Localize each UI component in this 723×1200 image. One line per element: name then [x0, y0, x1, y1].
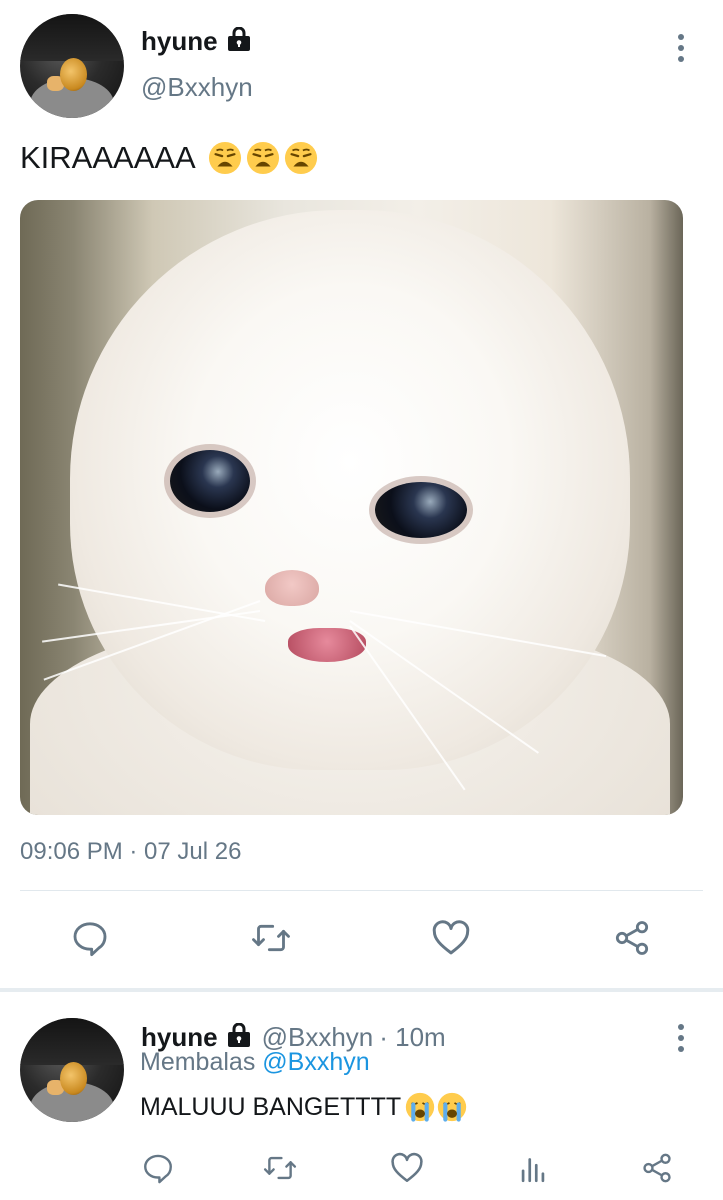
cat-left-eye: [170, 450, 250, 512]
avatar[interactable]: [20, 14, 124, 118]
lock-icon: [226, 26, 252, 56]
replying-to-mention[interactable]: @Bxxhyn: [262, 1048, 369, 1076]
author-name-row: hyune: [141, 26, 252, 57]
more-options-icon[interactable]: [666, 28, 696, 68]
reply-body: MALUUU BANGETTTT: [140, 1092, 402, 1121]
share-icon[interactable]: [602, 908, 662, 968]
reply-icon[interactable]: [60, 908, 120, 968]
reply-icon[interactable]: [128, 1138, 188, 1198]
replying-label: Membalas: [140, 1048, 256, 1076]
loudly-crying-face-emoji: [437, 1092, 467, 1122]
reply-text: MALUUU BANGETTTT: [140, 1092, 467, 1122]
emoji-group: [208, 141, 318, 175]
more-options-icon[interactable]: [666, 1018, 696, 1058]
tweet-media-image[interactable]: [20, 200, 683, 815]
tweet-timestamp[interactable]: 09:06 PM · 07 Jul 26: [20, 838, 241, 866]
analytics-icon[interactable]: [503, 1138, 563, 1198]
reply-tweet[interactable]: hyune @Bxxhyn · 10m Membalas @Bxxhyn MAL…: [0, 992, 723, 1200]
share-icon[interactable]: [627, 1138, 687, 1198]
avatar[interactable]: [20, 1018, 124, 1122]
like-icon[interactable]: [377, 1138, 437, 1198]
replying-to: Membalas @Bxxhyn: [140, 1048, 370, 1077]
like-icon[interactable]: [421, 908, 481, 968]
tweet-text: KIRAAAAAA: [20, 140, 318, 176]
cat-right-eye: [375, 482, 467, 538]
main-tweet[interactable]: hyune @Bxxhyn KIRAAAAAA 09:06 PM · 07 Ju…: [0, 0, 723, 988]
weary-face-emoji: [284, 141, 317, 175]
retweet-icon[interactable]: [241, 908, 301, 968]
weary-face-emoji: [208, 141, 241, 175]
tweet-action-bar: [0, 908, 723, 968]
time-ago: · 10m: [379, 1022, 446, 1052]
retweet-icon[interactable]: [250, 1138, 310, 1198]
loudly-crying-face-emoji: [405, 1092, 435, 1122]
tweet-body: KIRAAAAAA: [20, 140, 196, 175]
display-name[interactable]: hyune: [141, 26, 218, 57]
handle[interactable]: @Bxxhyn: [141, 72, 253, 103]
weary-face-emoji: [246, 141, 279, 175]
reply-action-bar: [0, 1138, 723, 1198]
divider: [20, 890, 703, 891]
